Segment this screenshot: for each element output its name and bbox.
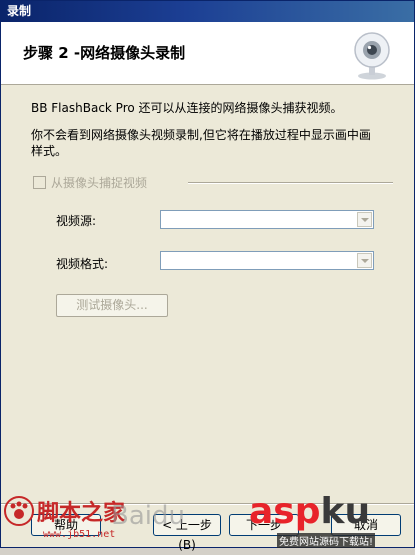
chevron-down-icon[interactable]: [357, 212, 372, 227]
help-button[interactable]: 帮助: [31, 514, 101, 536]
webcam-icon: [354, 32, 390, 80]
next-button[interactable]: 下一步: [229, 514, 299, 536]
group-divider: [188, 182, 393, 184]
capture-webcam-label: 从摄像头捕捉视频: [51, 176, 148, 190]
recording-window: 录制 步骤 2 -网络摄像头录制 BB FlashBack Pro 还可以从连接…: [0, 0, 415, 552]
capture-webcam-option[interactable]: 从摄像头捕捉视频: [33, 174, 393, 190]
video-format-label: 视频格式:: [56, 257, 109, 271]
video-source-label: 视频源:: [56, 214, 97, 228]
back-button[interactable]: < 上一步(B): [153, 514, 221, 552]
chevron-down-icon[interactable]: [357, 253, 372, 268]
capture-webcam-checkbox[interactable]: [33, 176, 46, 189]
cancel-button[interactable]: 取消: [331, 514, 401, 536]
video-format-select[interactable]: [160, 251, 374, 270]
test-webcam-button[interactable]: 测试摄像头...: [56, 294, 168, 317]
window-title: 录制: [1, 1, 414, 22]
wizard-header: 步骤 2 -网络摄像头录制: [1, 22, 414, 85]
footer-divider: [1, 503, 414, 505]
note-text: 你不会看到网络摄像头视频录制,但它将在播放过程中显示画中画样式。: [31, 128, 371, 158]
step-title: 步骤 2 -网络摄像头录制: [23, 44, 186, 62]
wizard-content: BB FlashBack Pro 还可以从连接的网络摄像头捕获视频。 你不会看到…: [1, 85, 414, 485]
video-source-select[interactable]: [160, 210, 374, 229]
intro-text: BB FlashBack Pro 还可以从连接的网络摄像头捕获视频。: [31, 101, 343, 115]
